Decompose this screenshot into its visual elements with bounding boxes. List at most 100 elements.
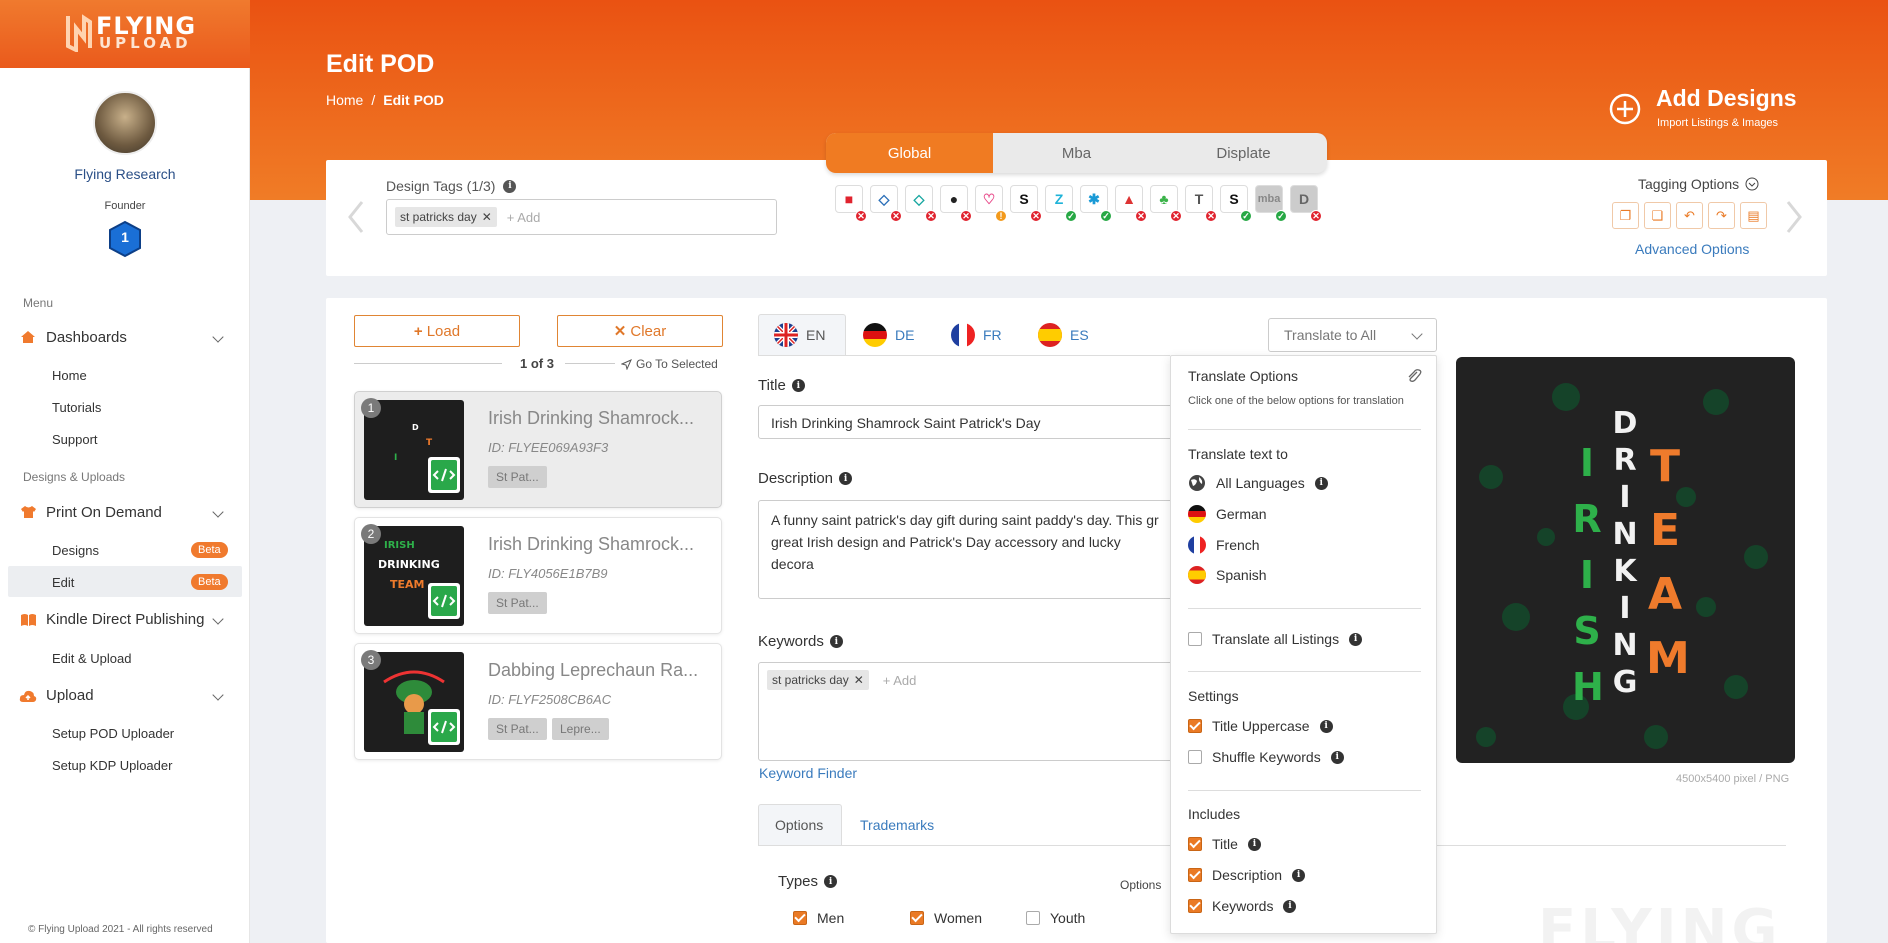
mba-icon[interactable]: mba [1255, 185, 1283, 213]
chevron-left-icon[interactable] [346, 200, 366, 234]
info-icon[interactable]: i [824, 875, 838, 888]
duplicate-icon[interactable]: ❏ [1644, 202, 1671, 229]
tab-mba[interactable]: Mba [993, 133, 1160, 173]
sidebar-item-pod[interactable]: Print On Demand [46, 504, 162, 521]
load-button[interactable]: + Load [354, 315, 520, 347]
clear-button[interactable]: ✕ Clear [557, 315, 723, 347]
translate-spanish[interactable]: Spanish [1188, 566, 1267, 584]
type-men[interactable]: Men [793, 910, 844, 926]
teespring-icon[interactable]: ♡ [975, 185, 1003, 213]
chevron-down-icon[interactable] [212, 331, 224, 343]
tagging-options-toggle[interactable]: Tagging Options [1638, 176, 1759, 192]
info-icon[interactable]: i [1292, 868, 1306, 882]
checkbox-include-keywords[interactable] [1188, 899, 1202, 913]
sidebar-item-dashboards[interactable]: Dashboards [46, 329, 127, 346]
type-youth[interactable]: Youth [1026, 910, 1085, 926]
printful-icon[interactable]: ✱ [1080, 185, 1108, 213]
tab-options[interactable]: Options [775, 817, 823, 833]
sidebar-item-setup-pod[interactable]: Setup POD Uploader [52, 726, 174, 741]
paperclip-icon[interactable] [1406, 368, 1422, 384]
advanced-options-link[interactable]: Advanced Options [1635, 241, 1749, 257]
sidebar-item-kdp[interactable]: Kindle Direct Publishing [46, 611, 204, 628]
society6-icon[interactable]: S [1220, 185, 1248, 213]
tab-displate[interactable]: Displate [1160, 133, 1327, 173]
spreadshirt-icon[interactable]: ◇ [870, 185, 898, 213]
keyword-finder-link[interactable]: Keyword Finder [759, 765, 857, 781]
translate-german[interactable]: German [1188, 505, 1267, 523]
info-icon[interactable]: i [1314, 476, 1328, 490]
translate-french[interactable]: French [1188, 536, 1260, 554]
tab-global[interactable]: Global [826, 133, 993, 173]
redbubble-icon[interactable]: ■ [835, 185, 863, 213]
info-icon[interactable]: i [1349, 632, 1363, 646]
tab-lang-fr[interactable]: FR [951, 323, 1002, 347]
checkbox-women[interactable] [910, 911, 924, 925]
list-item[interactable]: IRISH DRINKING TEAM 2 Irish Drinking Shamr… [354, 517, 722, 634]
add-keyword-placeholder[interactable]: + Add [883, 673, 917, 688]
remove-tag-icon[interactable]: ✕ [482, 210, 492, 224]
info-icon[interactable]: i [791, 379, 805, 392]
undo-icon[interactable]: ↶ [1676, 202, 1703, 229]
translate-all-languages[interactable]: All Languages i [1188, 474, 1328, 492]
remove-tag-icon[interactable]: ✕ [854, 673, 864, 687]
breadcrumb-home[interactable]: Home [326, 92, 363, 108]
user-name[interactable]: Flying Research [0, 166, 250, 182]
checkbox-youth[interactable] [1026, 911, 1040, 925]
sidebar-item-edit[interactable]: Edit [52, 575, 74, 590]
info-icon[interactable]: i [839, 472, 853, 485]
design-preview[interactable]: IRISH DRINKING TEAM [1456, 357, 1795, 763]
teepublic-icon[interactable]: ● [940, 185, 968, 213]
keywords-input[interactable]: st patricks day ✕ + Add [758, 662, 1178, 761]
society6-mountains-icon[interactable]: ▲ [1115, 185, 1143, 213]
tab-lang-es[interactable]: ES [1038, 323, 1089, 347]
shirtee-icon[interactable]: S [1010, 185, 1038, 213]
tab-lang-en[interactable]: EN [774, 323, 825, 347]
checkbox-include-description[interactable] [1188, 868, 1202, 882]
checkbox-men[interactable] [793, 911, 807, 925]
chevron-right-icon[interactable] [1784, 200, 1804, 234]
checkbox-shuffle-keywords[interactable] [1188, 750, 1202, 764]
sidebar-item-setup-kdp[interactable]: Setup KDP Uploader [52, 758, 172, 773]
file-icon[interactable]: ▤ [1740, 202, 1767, 229]
info-icon[interactable]: i [1319, 719, 1333, 733]
sidebar-item-home[interactable]: Home [52, 368, 87, 383]
title-input[interactable]: Irish Drinking Shamrock Saint Patrick's … [758, 405, 1178, 439]
redo-icon[interactable]: ↷ [1708, 202, 1735, 229]
avatar[interactable] [93, 91, 157, 155]
sidebar-item-tutorials[interactable]: Tutorials [52, 400, 101, 415]
setting-shuffle-keywords[interactable]: Shuffle Keywords i [1188, 749, 1344, 765]
sidebar-item-upload[interactable]: Upload [46, 687, 94, 704]
setting-title-uppercase[interactable]: Title Uppercase i [1188, 718, 1333, 734]
chevron-down-icon[interactable] [212, 689, 224, 701]
info-icon[interactable]: i [1330, 750, 1344, 764]
spreadshirt-eu-icon[interactable]: ◇ [905, 185, 933, 213]
add-circle-icon[interactable] [1609, 93, 1641, 125]
translate-all-listings[interactable]: Translate all Listings i [1188, 631, 1363, 647]
info-icon[interactable]: i [1247, 837, 1261, 851]
list-item[interactable]: I DT 1 Irish Drinking Shamrock... ID: FLY… [354, 391, 722, 508]
design-tags-input[interactable]: st patricks day ✕ + Add [386, 199, 777, 235]
description-textarea[interactable]: A funny saint patrick's day gift during … [758, 500, 1178, 599]
tshirt-icon[interactable]: T [1185, 185, 1213, 213]
checkbox-title-uppercase[interactable] [1188, 719, 1202, 733]
add-designs-button[interactable]: Add Designs [1656, 85, 1797, 112]
list-item[interactable]: 3 Dabbing Leprechaun Ra... ID: FLYF2508C… [354, 643, 722, 760]
include-title[interactable]: Title i [1188, 836, 1261, 852]
checkbox-translate-all-listings[interactable] [1188, 632, 1202, 646]
sidebar-item-edit-upload[interactable]: Edit & Upload [52, 651, 132, 666]
include-keywords[interactable]: Keywords i [1188, 898, 1297, 914]
zazzle-icon[interactable]: Z [1045, 185, 1073, 213]
info-icon[interactable]: i [503, 179, 517, 193]
include-description[interactable]: Description i [1188, 867, 1306, 883]
go-to-selected[interactable]: Go To Selected [621, 357, 718, 371]
info-icon[interactable]: i [829, 635, 843, 648]
tab-lang-de[interactable]: DE [863, 323, 914, 347]
sidebar-item-designs[interactable]: Designs [52, 543, 99, 558]
checkbox-include-title[interactable] [1188, 837, 1202, 851]
add-tag-placeholder[interactable]: + Add [507, 210, 541, 225]
tab-trademarks[interactable]: Trademarks [860, 817, 934, 833]
displate-icon[interactable]: D [1290, 185, 1318, 213]
sidebar-item-support[interactable]: Support [52, 432, 98, 447]
copy-icon[interactable]: ❐ [1612, 202, 1639, 229]
threadless-icon[interactable]: ♣ [1150, 185, 1178, 213]
